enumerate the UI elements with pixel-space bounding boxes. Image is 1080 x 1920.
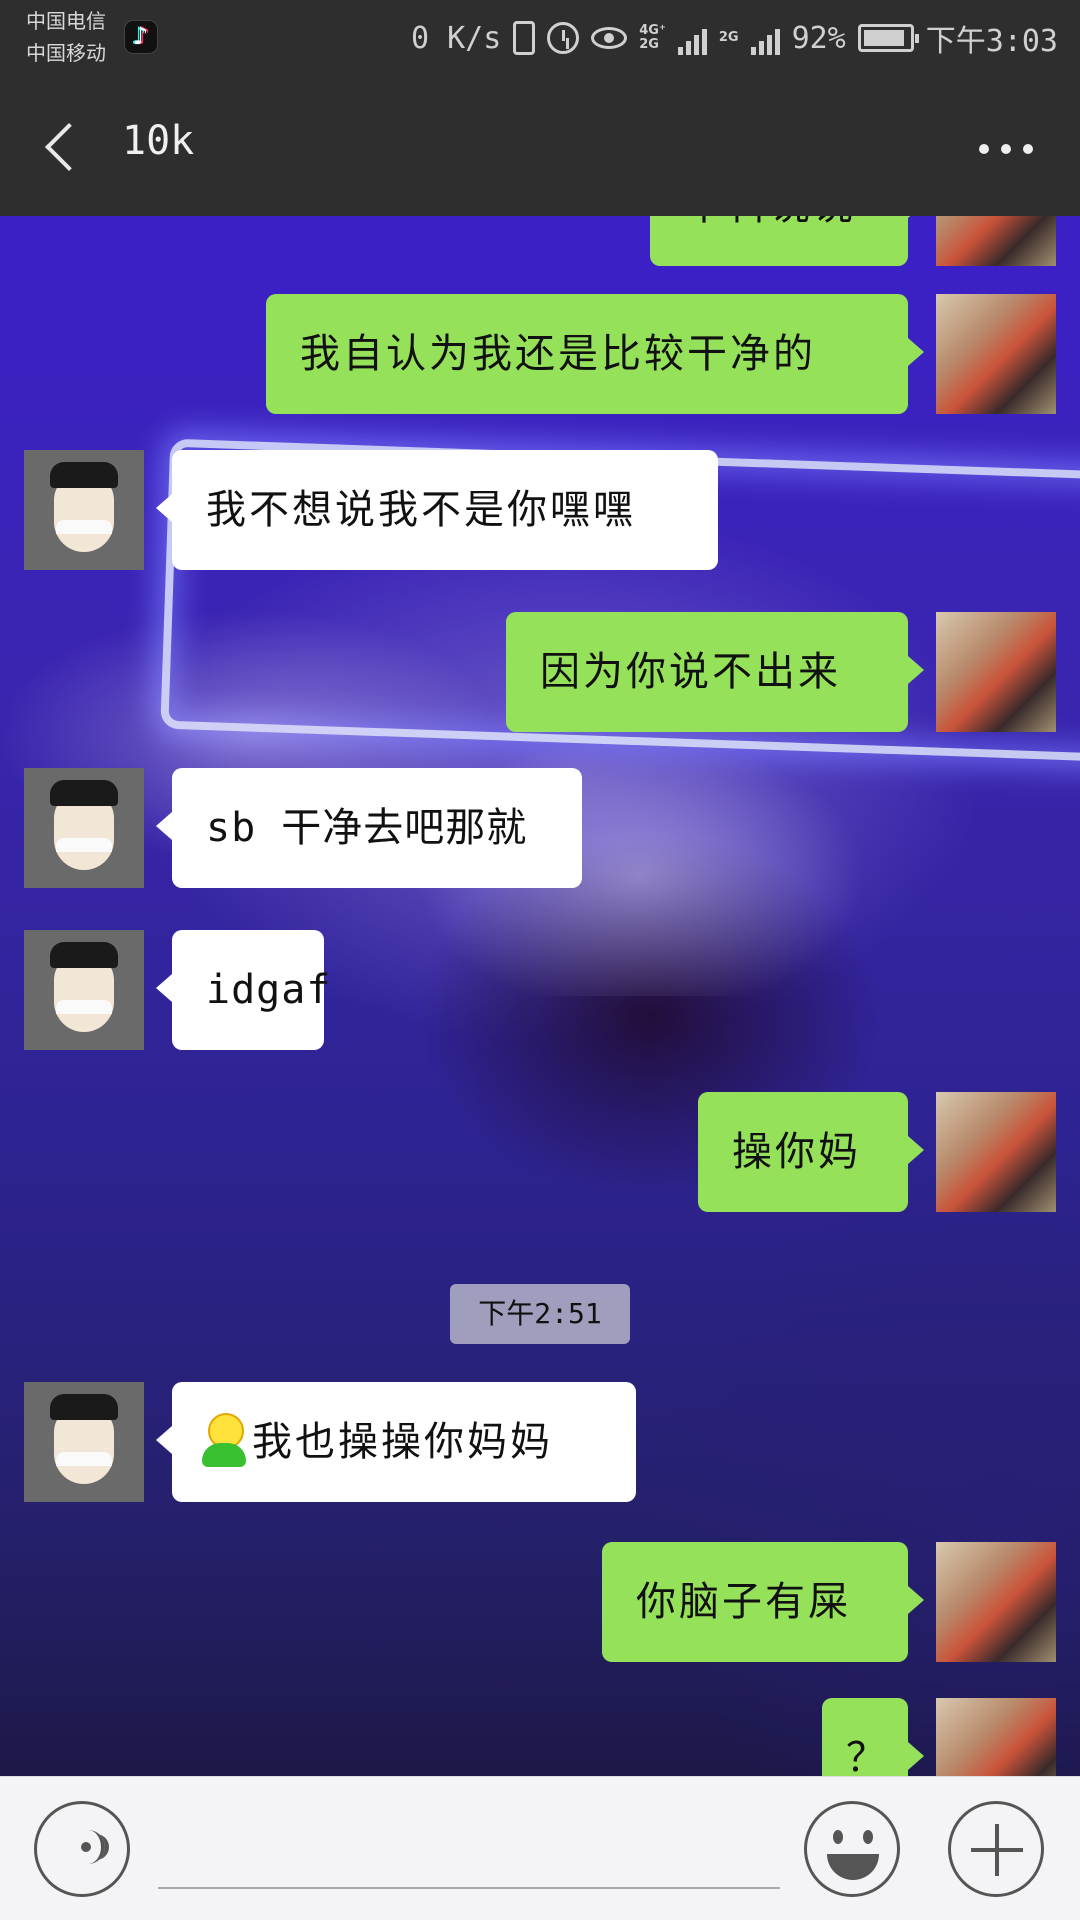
message-bubble-me[interactable]: 本科说说 [650,216,924,266]
chat-area[interactable]: 本科说说 我自认为我还是比较干净的 我不想说我不是你嘿嘿 因为你说不出来 sb … [0,216,1080,1776]
my-avatar[interactable] [936,1542,1056,1662]
battery-charging-icon [857,24,919,52]
my-avatar[interactable] [936,1092,1056,1212]
message-bubble-them[interactable]: 我不想说我不是你嘿嘿 [156,450,718,570]
chat-title: 10k [122,118,195,164]
message-bubble-me[interactable]: 操你妈 [698,1092,924,1212]
signal-icon-1 [677,21,707,55]
my-avatar[interactable] [936,612,1056,732]
contact-avatar[interactable] [24,1382,144,1502]
more-options-button[interactable] [966,124,1046,174]
my-avatar[interactable] [936,294,1056,414]
message-bubble-them[interactable]: idgaf [156,930,330,1050]
message-bubble-me[interactable]: 因为你说不出来 [506,612,924,732]
more-dots-icon [979,144,989,154]
carrier-2: 中国移动 [26,41,106,65]
net-speed: 0 K/s [410,20,502,56]
contact-avatar[interactable] [24,450,144,570]
message-bubble-them[interactable]: 我也操操你妈妈 [156,1382,636,1502]
message-bubble-me[interactable]: 我自认为我还是比较干净的 [266,294,924,414]
status-icons: 0 K/s 4G⁺ 2G 2G 92% 下午3:03 [411,16,1058,60]
message-bubble-them[interactable]: sb 干净去吧那就 [156,768,582,888]
message-bubble-me[interactable]: ？ [822,1698,924,1776]
more-functions-button[interactable] [948,1801,1044,1897]
vibrate-icon [513,21,536,55]
battery-percent: 92% [791,20,846,56]
bald-man-emoji-icon [200,1413,248,1469]
network-type-1: 4G⁺ 2G [639,23,666,52]
emoji-button[interactable] [804,1801,900,1897]
voice-input-button[interactable] [34,1801,130,1897]
contact-avatar[interactable] [24,930,144,1050]
input-bar [0,1776,1080,1920]
chat-header: 10k [0,76,1080,216]
message-timestamp: 下午2:51 [450,1284,630,1344]
my-avatar[interactable] [936,1698,1056,1776]
message-input[interactable] [158,1817,780,1889]
my-avatar[interactable] [936,216,1056,266]
clock: 下午3:03 [925,24,1058,59]
alarm-icon [547,22,580,54]
status-bar: 中国电信 中国移动 0 K/s 4G⁺ 2G 2G 92% 下午3:03 [0,0,1080,76]
back-button[interactable] [30,112,100,182]
eye-comfort-icon [591,27,628,49]
carrier-1: 中国电信 [26,9,106,33]
network-type-2: 2G [718,30,739,45]
message-bubble-me[interactable]: 你脑子有屎 [602,1542,924,1662]
tiktok-notification-icon [124,20,158,54]
signal-icon-2 [750,21,780,55]
contact-avatar[interactable] [24,768,144,888]
